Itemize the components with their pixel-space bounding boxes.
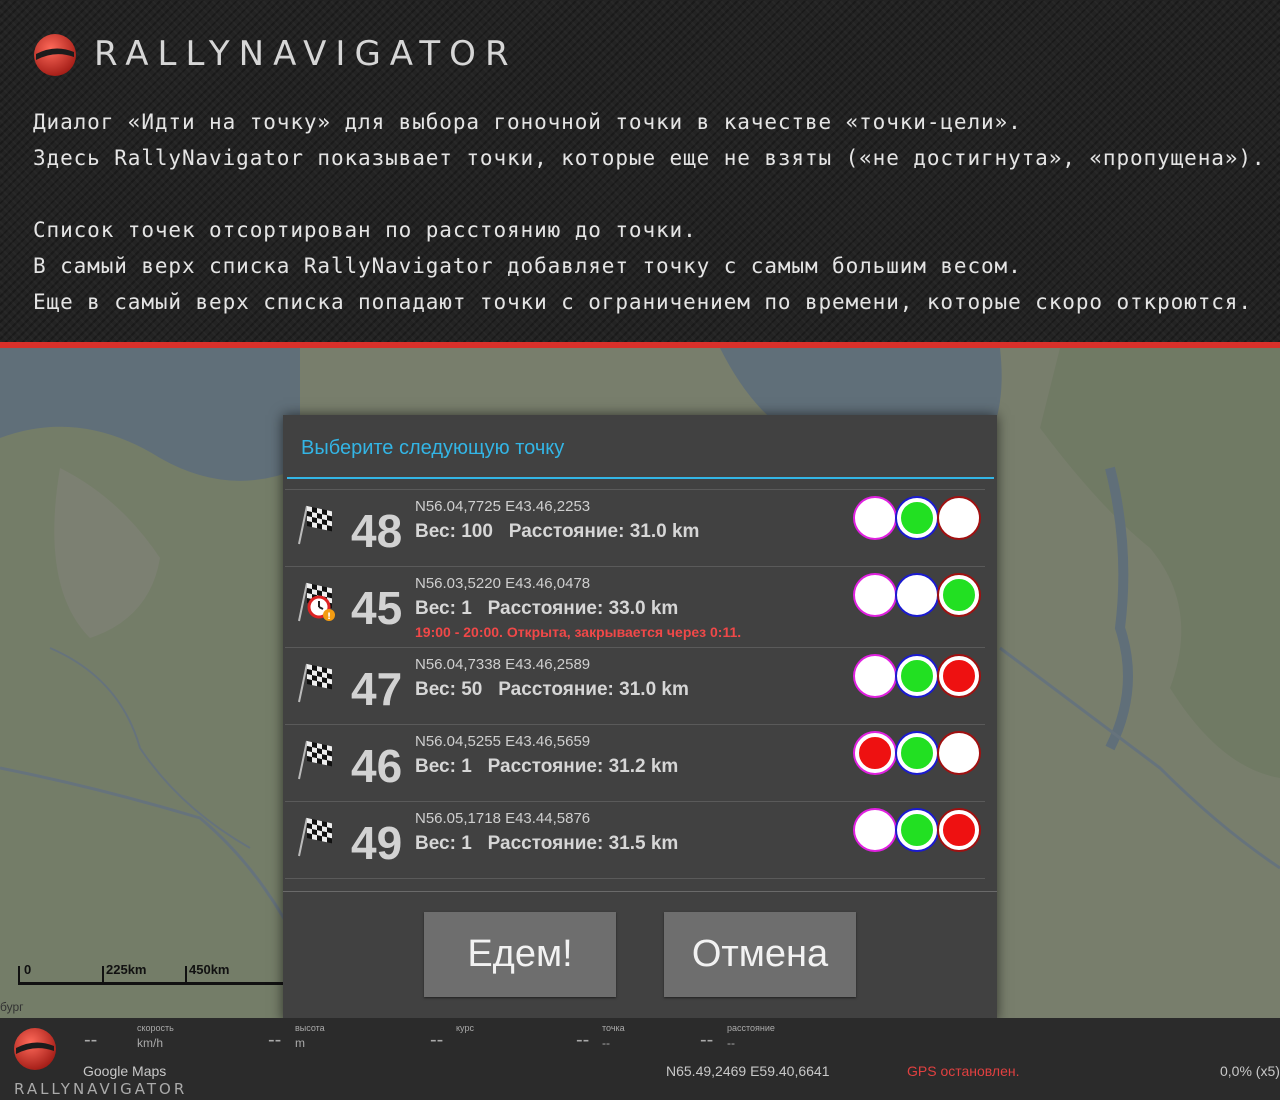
- intro-banner: RALLYNAVIGATOR Диалог «Идти на точку» дл…: [0, 0, 1280, 342]
- status-circle-magenta: [855, 810, 895, 850]
- status-circle-darkred: [939, 575, 979, 615]
- intro-line: Диалог «Идти на точку» для выбора гоночн…: [33, 110, 1022, 134]
- status-circle-magenta: [855, 498, 895, 538]
- point-weight: Вес: 1: [415, 756, 472, 777]
- point-list-item[interactable]: 48 N56.04,7725 E43.46,2253 Вес: 100 Рассто…: [285, 489, 985, 567]
- point-status-indicators: [855, 733, 980, 773]
- point-status-indicators: [855, 575, 980, 615]
- status-circle-darkred: [939, 733, 979, 773]
- point-coordinates: N56.03,5220 E43.46,0478: [415, 575, 591, 592]
- point-list-item[interactable]: 47 N56.04,7338 E43.46,2589 Вес: 50 Расстоя…: [285, 647, 985, 725]
- point-weight: Вес: 100: [415, 521, 493, 542]
- point-label: точка: [602, 1023, 625, 1033]
- point-distance: Расстояние: 31.5 km: [487, 833, 679, 854]
- dialog-title-divider: [287, 477, 994, 479]
- status-circle-blue: [897, 810, 937, 850]
- point-number: 47: [351, 663, 403, 715]
- status-circle-blue: [897, 498, 937, 538]
- dialog-button-divider: [283, 891, 997, 892]
- checkered-flag-icon: [293, 658, 341, 706]
- scale-label: 450km: [189, 962, 230, 977]
- point-sub: --: [602, 1036, 610, 1050]
- point-number: 45: [351, 582, 403, 634]
- speed-label: скорость: [137, 1023, 174, 1033]
- scale-label: 225km: [106, 962, 147, 977]
- point-number: 49: [351, 817, 403, 869]
- intro-line: Здесь RallyNavigator показывает точки, к…: [33, 146, 1266, 170]
- logo-text: RALLYNAVIGATOR: [94, 34, 518, 74]
- status-circle-blue: [897, 733, 937, 773]
- map-source-label: Google Maps: [83, 1063, 167, 1079]
- point-info: Вес: 1 Расстояние: 31.2 km: [415, 756, 678, 778]
- status-circle-magenta: [855, 733, 895, 773]
- dialog-title: Выберите следующую точку: [301, 437, 565, 459]
- point-info: Вес: 50 Расстояние: 31.0 km: [415, 679, 689, 701]
- intro-line: Список точек отсортирован по расстоянию …: [33, 218, 697, 242]
- status-circle-darkred: [939, 498, 979, 538]
- point-info: Вес: 100 Расстояние: 31.0 km: [415, 521, 699, 543]
- status-circle-darkred: [939, 810, 979, 850]
- point-distance: Расстояние: 31.2 km: [487, 756, 679, 777]
- point-distance: Расстояние: 31.0 km: [498, 679, 689, 700]
- distance-value: --: [700, 1029, 714, 1051]
- status-circle-magenta: [855, 656, 895, 696]
- point-weight: Вес: 50: [415, 679, 483, 700]
- distance-sub: --: [727, 1036, 735, 1050]
- checkered-flag-icon: [293, 812, 341, 860]
- map-city-label: бург: [0, 1000, 24, 1014]
- point-info: Вес: 1 Расстояние: 31.5 km: [415, 833, 678, 855]
- altitude-value: --: [268, 1029, 282, 1051]
- point-value: --: [576, 1029, 590, 1051]
- speed-value: --: [84, 1029, 98, 1051]
- distance-label: расстояние: [727, 1023, 775, 1033]
- checkered-flag-clock-icon: !: [293, 577, 341, 625]
- point-number: 48: [351, 505, 403, 557]
- go-button[interactable]: Едем!: [424, 912, 616, 997]
- cancel-button[interactable]: Отмена: [664, 912, 856, 997]
- svg-text:!: !: [327, 612, 331, 622]
- point-coordinates: N56.04,5255 E43.46,5659: [415, 733, 591, 750]
- point-weight: Вес: 1: [415, 598, 472, 619]
- intro-text: Диалог «Идти на точку» для выбора гоночн…: [33, 104, 1273, 320]
- point-coordinates: N56.05,1718 E43.44,5876: [415, 810, 591, 827]
- gps-position: N65.49,2469 E59.40,6641: [666, 1063, 830, 1079]
- rallynavigator-logo-icon: [34, 34, 76, 76]
- point-weight: Вес: 1: [415, 833, 472, 854]
- point-list-item[interactable]: ! 45 N56.03,5220 E43.46,0478 Вес: 1 Расстоя…: [285, 566, 985, 648]
- status-circle-blue: [897, 575, 937, 615]
- altitude-label: высота: [295, 1023, 325, 1033]
- points-list[interactable]: 48 N56.04,7725 E43.46,2253 Вес: 100 Рассто…: [285, 489, 985, 891]
- point-distance: Расстояние: 31.0 km: [508, 521, 700, 542]
- status-circle-darkred: [939, 656, 979, 696]
- status-circle-magenta: [855, 575, 895, 615]
- altitude-unit: m: [295, 1036, 305, 1050]
- point-time-alert: 19:00 - 20:00. Открыта, закрывается чере…: [415, 624, 742, 640]
- point-list-item[interactable]: 49 N56.05,1718 E43.44,5876 Вес: 1 Расстоян…: [285, 801, 985, 879]
- scale-label: 0: [24, 962, 32, 977]
- rallynavigator-logo-icon: [14, 1028, 56, 1070]
- statusbar-logo-text: RALLYNAVIGATOR: [14, 1080, 188, 1098]
- status-bar: RALLYNAVIGATOR -- скорость km/h -- высот…: [0, 1018, 1280, 1100]
- zoom-level: 0,0% (x5): [1220, 1063, 1280, 1079]
- point-distance: Расстояние: 33.0 km: [487, 598, 679, 619]
- point-coordinates: N56.04,7725 E43.46,2253: [415, 498, 591, 515]
- point-list-item-partial[interactable]: [285, 878, 985, 891]
- gps-status: GPS остановлен.: [907, 1063, 1020, 1079]
- point-status-indicators: [855, 498, 980, 538]
- speed-unit: km/h: [137, 1036, 164, 1050]
- point-status-indicators: [855, 810, 980, 850]
- status-circle-blue: [897, 656, 937, 696]
- point-number: 46: [351, 740, 403, 792]
- course-label: курс: [456, 1023, 474, 1033]
- checkered-flag-icon: [293, 500, 341, 548]
- intro-line: Еще в самый верх списка попадают точки с…: [33, 290, 1252, 314]
- intro-line: В самый верх списка RallyNavigator добав…: [33, 254, 1022, 278]
- point-info: Вес: 1 Расстояние: 33.0 km: [415, 598, 678, 620]
- course-value: --: [430, 1029, 444, 1051]
- point-coordinates: N56.04,7338 E43.46,2589: [415, 656, 591, 673]
- point-list-item[interactable]: 46 N56.04,5255 E43.46,5659 Вес: 1 Расстоян…: [285, 724, 985, 802]
- checkered-flag-icon: [293, 735, 341, 783]
- go-to-point-dialog: Выберите следующую точку 48 N56.04,7725 E…: [283, 415, 997, 1022]
- point-status-indicators: [855, 656, 980, 696]
